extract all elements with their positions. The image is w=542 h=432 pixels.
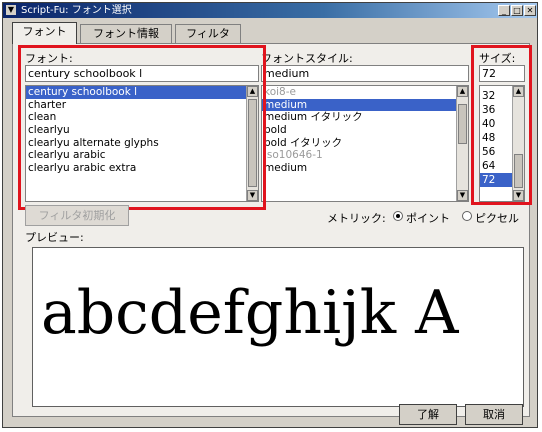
tab-font-info[interactable]: フォント情報 — [80, 24, 172, 43]
points-radio[interactable] — [393, 211, 403, 221]
size-label: サイズ: — [479, 52, 516, 65]
scroll-thumb[interactable] — [514, 154, 523, 188]
style-list-item[interactable]: medium イタリック — [262, 111, 468, 124]
scroll-up-icon[interactable]: ▲ — [457, 86, 468, 97]
preview-text: abcdefghijk A — [41, 278, 459, 348]
font-list-item[interactable]: clearlyu arabic extra — [26, 162, 258, 175]
preview-area: abcdefghijk A — [32, 247, 524, 407]
font-list-item[interactable]: century schoolbook l — [26, 86, 258, 99]
font-list-item[interactable]: clearlyu arabic — [26, 149, 258, 162]
style-list-item[interactable]: medium — [262, 98, 468, 112]
maximize-icon[interactable]: □ — [511, 5, 523, 16]
close-icon[interactable]: ✕ — [524, 5, 536, 16]
minimize-icon[interactable]: _ — [498, 5, 510, 16]
font-list-item[interactable]: clearlyu alternate glyphs — [26, 137, 258, 150]
font-list-item[interactable]: clean — [26, 111, 258, 124]
style-list-item[interactable]: koi8-e — [262, 86, 468, 99]
font-list-item[interactable]: charter — [26, 99, 258, 112]
style-list-item[interactable]: bold — [262, 124, 468, 137]
size-list[interactable]: 32 36 40 48 56 64 72 ▲ ▼ — [479, 85, 525, 202]
filter-reset-button[interactable]: フィルタ初期化 — [25, 205, 129, 226]
font-selection-dialog: ▼ Script-Fu: フォント選択 _ □ ✕ フォント フォント情報 フィ… — [2, 2, 538, 428]
size-list-scrollbar[interactable]: ▲ ▼ — [512, 86, 524, 201]
font-list-scrollbar[interactable]: ▲ ▼ — [246, 86, 258, 201]
scroll-down-icon[interactable]: ▼ — [457, 190, 468, 201]
window-title: Script-Fu: フォント選択 — [21, 5, 132, 16]
font-list[interactable]: century schoolbook l charter clean clearlyu… — [25, 85, 259, 202]
font-list-item[interactable]: clearlyu — [26, 124, 258, 137]
title-bar[interactable]: ▼ Script-Fu: フォント選択 _ □ ✕ — [3, 3, 537, 18]
font-label: フォント: — [25, 52, 73, 65]
cancel-button[interactable]: 取消 — [465, 404, 523, 425]
style-list-scrollbar[interactable]: ▲ ▼ — [456, 86, 468, 201]
font-style-label: フォントスタイル: — [261, 52, 353, 65]
tab-filter[interactable]: フィルタ — [175, 24, 241, 43]
ok-button[interactable]: 了解 — [399, 404, 457, 425]
metric-label: メトリック: — [327, 212, 386, 225]
window-menu-icon[interactable]: ▼ — [6, 5, 16, 15]
style-list-item[interactable]: bold イタリック — [262, 137, 468, 150]
tab-font[interactable]: フォント — [12, 22, 77, 44]
scroll-up-icon[interactable]: ▲ — [247, 86, 258, 97]
pixels-radio[interactable] — [462, 211, 472, 221]
pixels-radio-label[interactable]: ピクセル — [475, 210, 519, 226]
font-style-list[interactable]: koi8-e medium medium イタリック bold bold イタリック is… — [261, 85, 469, 202]
size-input[interactable]: 72 — [479, 65, 525, 82]
scroll-down-icon[interactable]: ▼ — [247, 190, 258, 201]
preview-label: プレビュー: — [25, 231, 84, 244]
style-list-item[interactable]: iso10646-1 — [262, 149, 468, 162]
scroll-up-icon[interactable]: ▲ — [513, 86, 524, 97]
font-name-input[interactable]: century schoolbook l — [25, 65, 259, 82]
font-style-input[interactable]: medium — [261, 65, 469, 82]
scroll-thumb[interactable] — [248, 99, 257, 187]
scroll-down-icon[interactable]: ▼ — [513, 190, 524, 201]
style-list-item[interactable]: medium — [262, 162, 468, 175]
scroll-thumb[interactable] — [458, 104, 467, 144]
points-radio-label[interactable]: ポイント — [406, 210, 450, 226]
